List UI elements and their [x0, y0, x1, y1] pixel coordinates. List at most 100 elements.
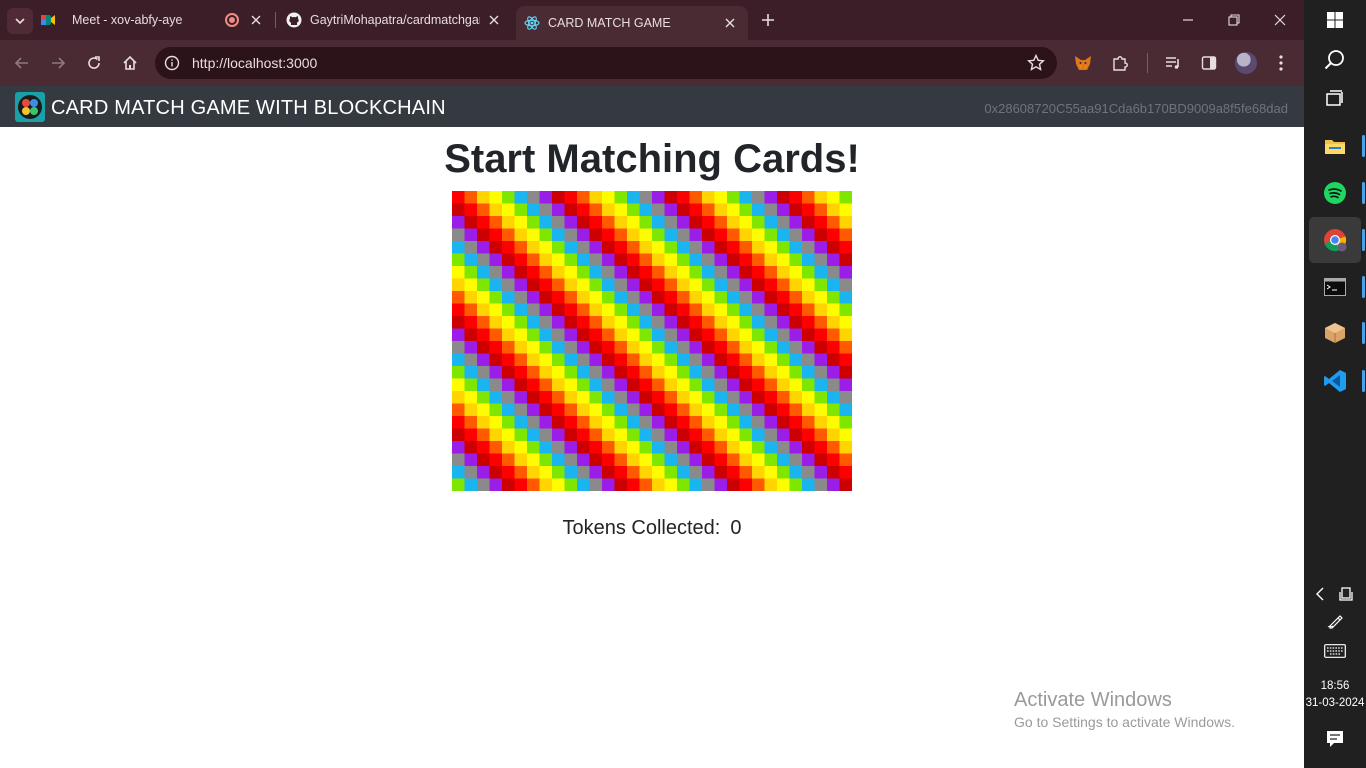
pattern-cell — [652, 328, 665, 342]
show-hidden-icons-button[interactable] — [1308, 579, 1332, 609]
tab-close-button[interactable] — [722, 15, 738, 31]
extensions-button[interactable] — [1109, 52, 1131, 74]
pattern-cell — [677, 216, 690, 229]
tab-card-match-game[interactable]: CARD MATCH GAME — [516, 6, 748, 40]
notifications-icon[interactable] — [1320, 724, 1350, 754]
pattern-cell — [802, 378, 815, 392]
pattern-cell — [714, 216, 728, 229]
pattern-cell — [814, 366, 828, 379]
pattern-cell — [639, 203, 653, 217]
pattern-cell — [802, 453, 815, 467]
taskbar-time[interactable]: 18:56 — [1304, 680, 1366, 692]
pattern-cell — [664, 378, 678, 392]
pattern-cell — [614, 328, 628, 342]
pattern-cell — [539, 303, 553, 317]
pattern-cell — [577, 291, 590, 304]
site-info-icon[interactable] — [164, 55, 180, 71]
pattern-cell — [464, 203, 478, 217]
bookmark-star-icon[interactable] — [1027, 54, 1045, 72]
pattern-cell — [739, 453, 753, 467]
back-button[interactable] — [11, 52, 33, 74]
pattern-cell — [752, 466, 765, 479]
card-grid[interactable] — [452, 191, 852, 491]
touch-keyboard-icon[interactable] — [1320, 636, 1350, 666]
minimize-button[interactable] — [1178, 10, 1198, 30]
pattern-cell — [802, 353, 815, 367]
media-controls-button[interactable] — [1162, 52, 1184, 74]
forward-arrow-icon — [52, 57, 66, 69]
pattern-cell — [777, 278, 790, 292]
pattern-cell — [764, 328, 778, 342]
package-icon[interactable] — [1320, 318, 1350, 348]
profile-avatar[interactable] — [1235, 52, 1257, 74]
pattern-cell — [677, 278, 690, 292]
github-icon — [286, 12, 302, 28]
pattern-cell — [639, 366, 653, 379]
vscode-icon[interactable] — [1320, 366, 1350, 396]
pattern-cell — [464, 341, 478, 354]
side-panel-button[interactable] — [1198, 52, 1220, 74]
tab-github[interactable]: GaytriMohapatra/cardmatchgam — [278, 0, 512, 40]
close-icon — [725, 18, 735, 28]
chrome-icon[interactable] — [1320, 225, 1350, 255]
pattern-cell — [702, 353, 715, 367]
spotify-icon[interactable] — [1320, 178, 1350, 208]
restore-button[interactable] — [1224, 10, 1244, 30]
pattern-cell — [802, 428, 815, 442]
home-button[interactable] — [119, 52, 141, 74]
new-tab-button[interactable] — [758, 10, 778, 30]
pattern-cell — [464, 316, 478, 329]
pattern-cell — [652, 341, 665, 354]
reload-button[interactable] — [83, 52, 105, 74]
pattern-cell — [577, 416, 590, 429]
pattern-cell — [739, 203, 753, 217]
pattern-cell — [639, 266, 653, 279]
tab-close-button[interactable] — [486, 12, 502, 28]
pattern-cell — [539, 453, 553, 467]
terminal-icon[interactable] — [1320, 272, 1350, 302]
pattern-cell — [689, 353, 703, 367]
pattern-cell — [464, 291, 478, 304]
url-text[interactable]: http://localhost:3000 — [192, 55, 317, 71]
app-logo[interactable] — [15, 92, 45, 122]
pattern-cell — [814, 466, 828, 479]
file-explorer-icon[interactable] — [1320, 131, 1350, 161]
pattern-cell — [627, 266, 640, 279]
pattern-cell — [577, 441, 590, 454]
task-view-icon[interactable] — [1320, 84, 1350, 114]
taskbar-date[interactable]: 31-03-2024 — [1304, 697, 1366, 709]
pattern-cell — [514, 316, 528, 329]
card-back-pattern[interactable] — [452, 191, 852, 491]
pattern-cell — [789, 191, 803, 204]
pattern-cell — [564, 403, 578, 417]
pattern-cell — [564, 216, 578, 229]
pattern-cell — [539, 228, 553, 242]
pattern-cell — [814, 303, 828, 317]
pattern-cell — [527, 453, 540, 467]
pattern-cell — [814, 266, 828, 279]
search-icon[interactable] — [1320, 45, 1350, 75]
pattern-cell — [502, 403, 515, 417]
pattern-cell — [652, 403, 665, 417]
pattern-cell — [664, 341, 678, 354]
pattern-cell — [714, 291, 728, 304]
pattern-cell — [714, 203, 728, 217]
forward-button[interactable] — [47, 52, 69, 74]
pattern-cell — [452, 266, 465, 279]
pattern-cell — [539, 328, 553, 342]
tab-close-button[interactable] — [248, 12, 264, 28]
pen-icon[interactable] — [1320, 606, 1350, 636]
pattern-cell — [552, 203, 565, 217]
network-icon[interactable] — [1334, 579, 1358, 609]
address-bar[interactable]: http://localhost:3000 — [155, 47, 1057, 79]
pattern-cell — [552, 228, 565, 242]
tab-search-button[interactable] — [7, 8, 33, 34]
screen: Meet - xov-abfy-aye GaytriMohapatra/card… — [0, 0, 1366, 768]
start-icon[interactable] — [1320, 5, 1350, 35]
tab-meet[interactable]: Meet - xov-abfy-aye — [40, 0, 272, 40]
pattern-cell — [677, 328, 690, 342]
metamask-extension-button[interactable] — [1072, 52, 1094, 74]
chrome-menu-button[interactable] — [1270, 52, 1292, 74]
pattern-cell — [689, 391, 703, 404]
close-window-button[interactable] — [1270, 10, 1290, 30]
